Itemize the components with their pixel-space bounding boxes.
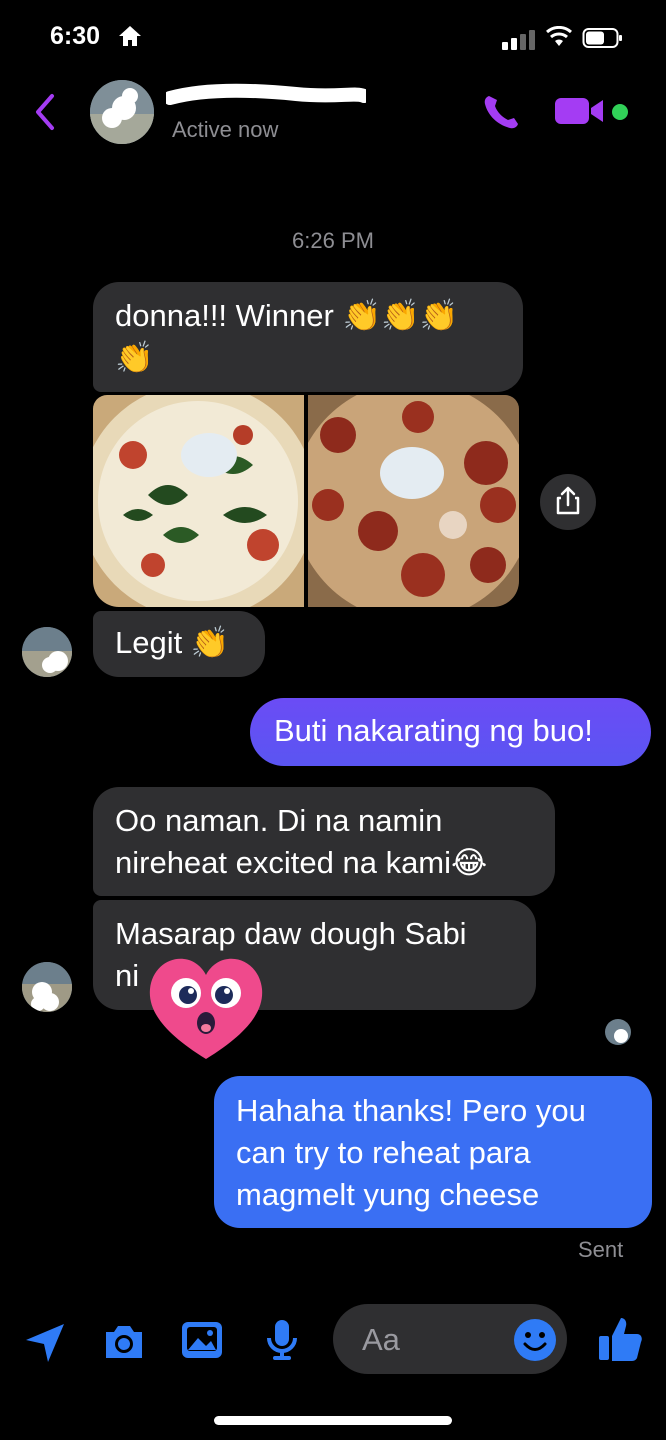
thread-timestamp: 6:26 PM (292, 228, 374, 253)
message-line: magmelt yung cheese (236, 1177, 540, 1212)
back-chevron-icon[interactable] (30, 92, 60, 132)
message-line: Oo naman. Di na namin (115, 803, 443, 838)
microphone-icon[interactable] (258, 1316, 306, 1364)
message-line: 👏 (115, 340, 154, 375)
incoming-message-bubble[interactable]: donna!!! Winner 👏👏👏 👏 (93, 282, 523, 392)
wifi-icon (546, 26, 572, 46)
location-arrow-icon[interactable] (22, 1318, 70, 1366)
active-status: Active now (172, 117, 279, 142)
message-line: Hahaha thanks! Pero you (236, 1093, 586, 1128)
share-icon (556, 486, 580, 515)
message-line: donna!!! Winner 👏👏👏 (115, 298, 459, 333)
video-camera-icon[interactable] (553, 92, 605, 130)
incoming-message-bubble[interactable]: Oo naman. Di na namin nireheat excited n… (93, 787, 555, 896)
incoming-message-bubble[interactable]: Legit 👏 (93, 611, 265, 677)
photo-attachment-group[interactable] (93, 395, 519, 607)
sender-avatar[interactable] (22, 962, 72, 1012)
phone-icon[interactable] (480, 92, 524, 132)
online-indicator (612, 104, 628, 120)
message-line: nireheat excited na kami😂 (115, 845, 488, 880)
pizza-photo-right[interactable] (308, 395, 519, 607)
read-receipt-avatar (605, 1019, 631, 1045)
sender-avatar[interactable] (22, 627, 72, 677)
status-time: 6:30 (50, 22, 101, 50)
gallery-icon[interactable] (178, 1316, 226, 1364)
emoji-icon[interactable] (512, 1317, 558, 1363)
outgoing-message-bubble[interactable]: Hahaha thanks! Pero you can try to rehea… (214, 1076, 652, 1228)
battery-icon (582, 28, 622, 48)
heart-face-reaction-sticker (149, 958, 263, 1059)
delivery-status: Sent (578, 1237, 624, 1262)
message-line: Masarap daw dough Sabi (115, 916, 467, 951)
thumbs-up-icon[interactable] (597, 1314, 643, 1364)
message-line: can try to reheat para (236, 1135, 531, 1170)
contact-name-redacted (166, 83, 366, 105)
camera-icon[interactable] (100, 1318, 148, 1366)
signal-icon (502, 30, 535, 50)
home-indicator (214, 1416, 452, 1425)
home-icon (119, 26, 141, 46)
outgoing-message-bubble[interactable]: Buti nakarating ng buo! (250, 698, 651, 766)
contact-avatar[interactable] (90, 80, 154, 144)
share-button[interactable] (540, 474, 596, 530)
message-input-placeholder: Aa (362, 1322, 400, 1357)
pizza-photo-left[interactable] (93, 395, 304, 607)
